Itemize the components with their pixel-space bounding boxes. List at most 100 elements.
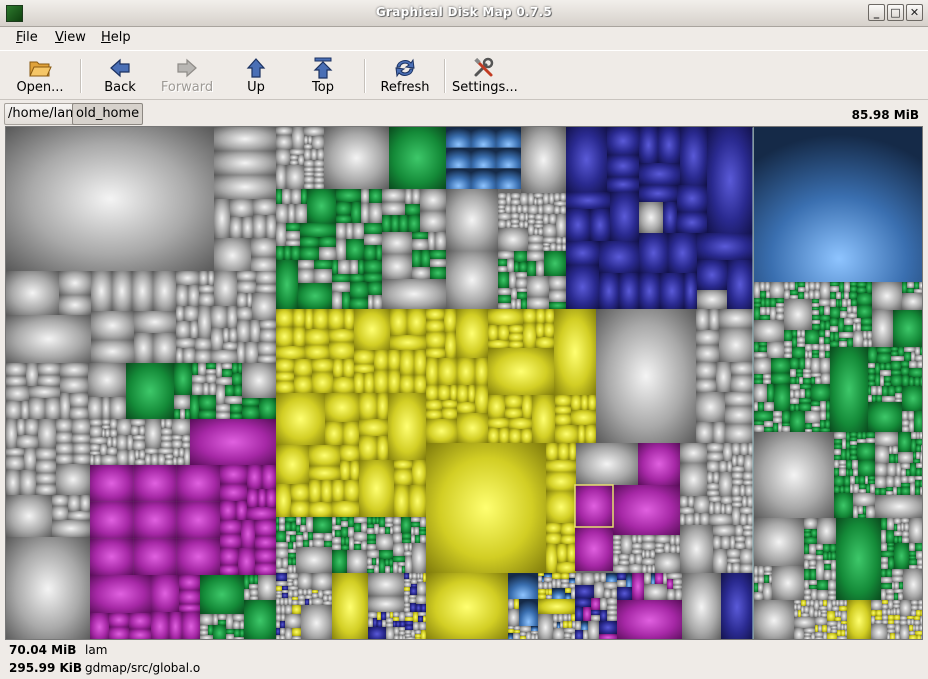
top-button[interactable]: Top: [302, 53, 344, 99]
treemap-cell[interactable]: [853, 493, 875, 506]
treemap-cell[interactable]: [754, 342, 759, 352]
treemap-cell[interactable]: [290, 535, 296, 542]
treemap-cell[interactable]: [764, 421, 773, 427]
treemap-cell[interactable]: [723, 443, 732, 461]
treemap-cell[interactable]: [237, 342, 245, 363]
treemap-cell[interactable]: [374, 524, 379, 534]
treemap-cell[interactable]: [417, 579, 423, 582]
treemap-cell[interactable]: [834, 432, 846, 439]
treemap-cell[interactable]: [404, 591, 410, 595]
treemap-cell[interactable]: [373, 295, 382, 309]
treemap-cell[interactable]: [904, 352, 911, 361]
treemap-cell[interactable]: [285, 614, 301, 628]
treemap-cell[interactable]: [292, 628, 301, 636]
treemap-cell[interactable]: [276, 135, 292, 149]
treemap-cell[interactable]: [296, 532, 303, 535]
treemap-cell[interactable]: [528, 243, 543, 251]
treemap-cell[interactable]: [754, 576, 758, 583]
treemap-cell[interactable]: [369, 189, 382, 203]
treemap-cell[interactable]: [285, 605, 292, 614]
treemap-cell[interactable]: [285, 517, 296, 522]
treemap-cell[interactable]: [599, 634, 617, 640]
treemap-cell[interactable]: [916, 452, 920, 459]
treemap-cell[interactable]: [332, 260, 338, 274]
treemap-cell[interactable]: [376, 534, 393, 550]
treemap-cell[interactable]: [296, 525, 300, 532]
treemap-cell[interactable]: [852, 460, 858, 469]
treemap-cell[interactable]: [237, 271, 256, 281]
treemap-cell[interactable]: [421, 250, 430, 267]
treemap-cell[interactable]: [567, 544, 576, 562]
treemap-cell[interactable]: [744, 455, 753, 472]
treemap-cell[interactable]: [332, 274, 350, 282]
treemap-cell[interactable]: [415, 630, 421, 634]
treemap-cell[interactable]: [920, 377, 923, 386]
treemap-cell[interactable]: [523, 309, 536, 323]
treemap-cell[interactable]: [117, 419, 131, 435]
treemap-cell[interactable]: [891, 356, 904, 361]
treemap-cell[interactable]: [821, 613, 827, 617]
treemap-cell[interactable]: [390, 335, 426, 350]
treemap-cell[interactable]: [673, 579, 682, 585]
treemap-cell[interactable]: [809, 606, 814, 617]
treemap-cell[interactable]: [804, 606, 809, 613]
treemap-cell[interactable]: [498, 228, 528, 251]
treemap-cell[interactable]: [294, 376, 312, 393]
treemap-cell[interactable]: [498, 199, 506, 205]
treemap-cell[interactable]: [759, 346, 767, 352]
treemap-cell[interactable]: [917, 559, 923, 565]
treemap-cell[interactable]: [732, 507, 740, 525]
treemap-cell[interactable]: [774, 384, 790, 411]
treemap-cell[interactable]: [382, 620, 386, 627]
treemap-cell[interactable]: [382, 279, 446, 309]
treemap-cell[interactable]: [902, 293, 923, 310]
treemap-cell[interactable]: [561, 579, 569, 583]
treemap-cell[interactable]: [247, 489, 258, 507]
treemap-cell[interactable]: [133, 538, 177, 575]
treemap-cell[interactable]: [826, 401, 830, 411]
treemap-cell[interactable]: [651, 573, 655, 584]
treemap-cell[interactable]: [412, 232, 428, 239]
treemap-cell[interactable]: [411, 535, 415, 543]
treemap-cell[interactable]: [200, 614, 213, 625]
treemap-cell[interactable]: [607, 155, 639, 177]
treemap-cell[interactable]: [850, 455, 857, 460]
treemap-cell[interactable]: [102, 397, 110, 419]
treemap-cell[interactable]: [129, 613, 151, 629]
treemap-cell[interactable]: [400, 350, 414, 375]
treemap-cell[interactable]: [825, 351, 830, 358]
treemap-cell[interactable]: [332, 550, 347, 573]
treemap-cell[interactable]: [105, 429, 110, 437]
treemap-cell[interactable]: [60, 363, 88, 377]
treemap-cell[interactable]: [825, 344, 830, 351]
treemap-cell[interactable]: [811, 358, 820, 373]
treemap-cell[interactable]: [886, 487, 893, 491]
treemap-cell[interactable]: [241, 520, 255, 548]
treemap-cell[interactable]: [211, 350, 237, 363]
treemap-cell[interactable]: [404, 587, 410, 591]
treemap-cell[interactable]: [545, 309, 554, 323]
treemap-cell[interactable]: [305, 595, 312, 599]
treemap-cell[interactable]: [888, 386, 895, 396]
treemap-cell[interactable]: [262, 465, 276, 489]
treemap-cell[interactable]: [198, 306, 211, 338]
treemap-cell[interactable]: [836, 518, 881, 600]
treemap-cell[interactable]: [642, 558, 655, 565]
treemap-cell[interactable]: [421, 604, 426, 612]
treemap-cell[interactable]: [209, 383, 216, 395]
treemap-cell[interactable]: [763, 583, 772, 600]
treemap-cell[interactable]: [894, 593, 898, 600]
treemap-cell[interactable]: [199, 410, 216, 419]
treemap-cell[interactable]: [354, 517, 367, 523]
treemap-cell[interactable]: [338, 260, 350, 274]
treemap-cell[interactable]: [251, 257, 276, 273]
treemap-cell[interactable]: [151, 454, 158, 465]
treemap-cell[interactable]: [536, 261, 544, 276]
treemap-cell[interactable]: [276, 149, 290, 165]
treemap-cell[interactable]: [288, 558, 292, 565]
treemap-cell[interactable]: [888, 557, 894, 569]
treemap-cell[interactable]: [898, 593, 903, 600]
treemap-cell[interactable]: [569, 573, 576, 578]
treemap-cell[interactable]: [732, 479, 743, 485]
treemap-cell[interactable]: [891, 361, 901, 370]
